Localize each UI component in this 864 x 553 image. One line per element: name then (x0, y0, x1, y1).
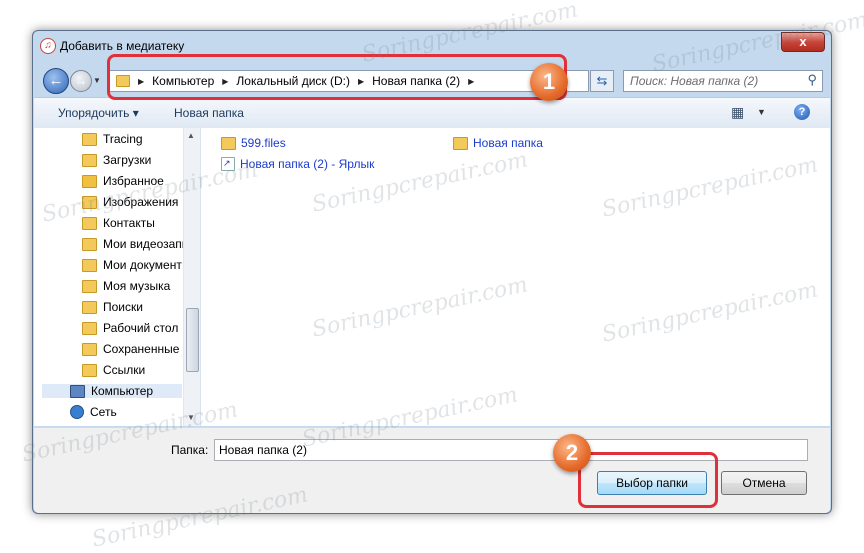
folder-label: Папка: (171, 443, 209, 457)
search-box[interactable]: Поиск: Новая папка (2) ⚲ (623, 70, 823, 92)
dialog-window: ♫ Добавить в медиатеку x ← → ▼ ▶ Компьют… (32, 30, 832, 514)
refresh-icon: ⇆ (596, 73, 608, 88)
file-item-599-files[interactable]: 599.files (221, 136, 286, 150)
nav-item-label: Ссылки (103, 363, 146, 377)
file-name: 599.files (241, 136, 286, 150)
view-icon[interactable]: ▦ (731, 104, 744, 121)
nav-item-network[interactable]: Сеть (70, 405, 117, 419)
cancel-button[interactable]: Отмена (721, 471, 807, 495)
nav-item-contacts[interactable]: Контакты (82, 216, 155, 230)
help-icon[interactable]: ? (794, 104, 810, 120)
window-title: Добавить в медиатеку (60, 39, 185, 53)
forward-button[interactable]: → (70, 70, 92, 92)
nav-item-desktop[interactable]: Рабочий стол (82, 321, 178, 335)
folder-icon (82, 132, 97, 146)
toolbar: Упорядочить ▾ Новая папка ▦ ▼ ? (34, 97, 830, 129)
folder-icon (82, 321, 97, 335)
network-icon (70, 405, 84, 419)
address-bar-highlight (107, 54, 567, 100)
file-name: Новая папка (2) - Ярлык (240, 157, 375, 171)
favorites-folder-icon (82, 174, 97, 188)
new-folder-button[interactable]: Новая папка (174, 106, 244, 120)
nav-item-saved-games[interactable]: Сохраненные и (82, 342, 189, 356)
nav-item-label: Мои видеозапи (103, 237, 189, 251)
shortcut-icon: ↗ (221, 157, 235, 171)
folder-field-value: Новая папка (2) (219, 443, 307, 457)
nav-item-documents[interactable]: Мои документ (82, 258, 182, 272)
folder-icon (82, 153, 97, 167)
nav-scrollbar[interactable]: ▲ ▼ (183, 128, 200, 426)
itunes-icon: ♫ (40, 38, 56, 54)
folder-icon (82, 300, 97, 314)
folder-icon (221, 136, 236, 150)
scrollbar-thumb[interactable] (186, 308, 199, 372)
nav-item-label: Tracing (103, 132, 143, 146)
folder-icon (82, 342, 97, 356)
nav-item-label: Сохраненные и (103, 342, 190, 356)
file-list[interactable]: 599.files Новая папка ↗ Новая папка (2) -… (201, 128, 830, 426)
navigation-pane[interactable]: Tracing Загрузки Избранное Изображения К… (34, 128, 201, 426)
folder-icon (82, 258, 97, 272)
nav-item-searches[interactable]: Поиски (82, 300, 143, 314)
scroll-down-icon[interactable]: ▼ (187, 413, 195, 422)
folder-field[interactable]: Новая папка (2) (214, 439, 808, 461)
history-dropdown-icon[interactable]: ▼ (93, 76, 101, 85)
file-name: Новая папка (473, 136, 543, 150)
folder-icon (82, 195, 97, 209)
folder-icon (82, 216, 97, 230)
nav-item-label: Рабочий стол (103, 321, 179, 335)
nav-item-label: Изображения (103, 195, 179, 209)
nav-item-videos[interactable]: Мои видеозапи (82, 237, 189, 251)
nav-item-downloads[interactable]: Загрузки (82, 153, 151, 167)
arrow-left-icon: ← (48, 72, 64, 89)
file-item-new-folder[interactable]: Новая папка (453, 136, 543, 150)
search-icon[interactable]: ⚲ (807, 72, 817, 88)
nav-item-pictures[interactable]: Изображения (82, 195, 178, 209)
close-button[interactable]: x (781, 32, 825, 52)
nav-item-label: Сеть (90, 405, 117, 419)
nav-item-tracing[interactable]: Tracing (82, 132, 143, 146)
file-item-shortcut[interactable]: ↗ Новая папка (2) - Ярлык (221, 157, 374, 171)
computer-icon (70, 384, 85, 398)
refresh-button[interactable]: ⇆ (590, 70, 614, 92)
back-button[interactable]: ← (43, 68, 69, 94)
view-dropdown-icon[interactable]: ▼ (757, 107, 766, 117)
nav-item-label: Избранное (103, 174, 164, 188)
scroll-up-icon[interactable]: ▲ (187, 131, 195, 140)
search-input[interactable]: Поиск: Новая папка (2) (630, 74, 758, 88)
nav-item-computer[interactable]: Компьютер (42, 384, 182, 398)
nav-item-favorites[interactable]: Избранное (82, 174, 164, 188)
folder-icon (82, 237, 97, 251)
arrow-right-icon: → (74, 73, 88, 88)
organize-button[interactable]: Упорядочить ▾ (58, 106, 139, 120)
nav-item-label: Моя музыка (103, 279, 171, 293)
nav-item-label: Мои документ (103, 258, 182, 272)
nav-item-label: Загрузки (103, 153, 152, 167)
folder-icon (82, 363, 97, 377)
nav-item-links[interactable]: Ссылки (82, 363, 145, 377)
nav-item-music[interactable]: Моя музыка (82, 279, 170, 293)
folder-icon (82, 279, 97, 293)
nav-item-label: Контакты (103, 216, 155, 230)
nav-item-label: Компьютер (91, 384, 154, 398)
callout-badge-1: 1 (530, 63, 568, 101)
callout-badge-2: 2 (553, 434, 591, 472)
nav-item-label: Поиски (103, 300, 143, 314)
select-button-highlight (578, 452, 718, 508)
folder-icon (453, 136, 468, 150)
